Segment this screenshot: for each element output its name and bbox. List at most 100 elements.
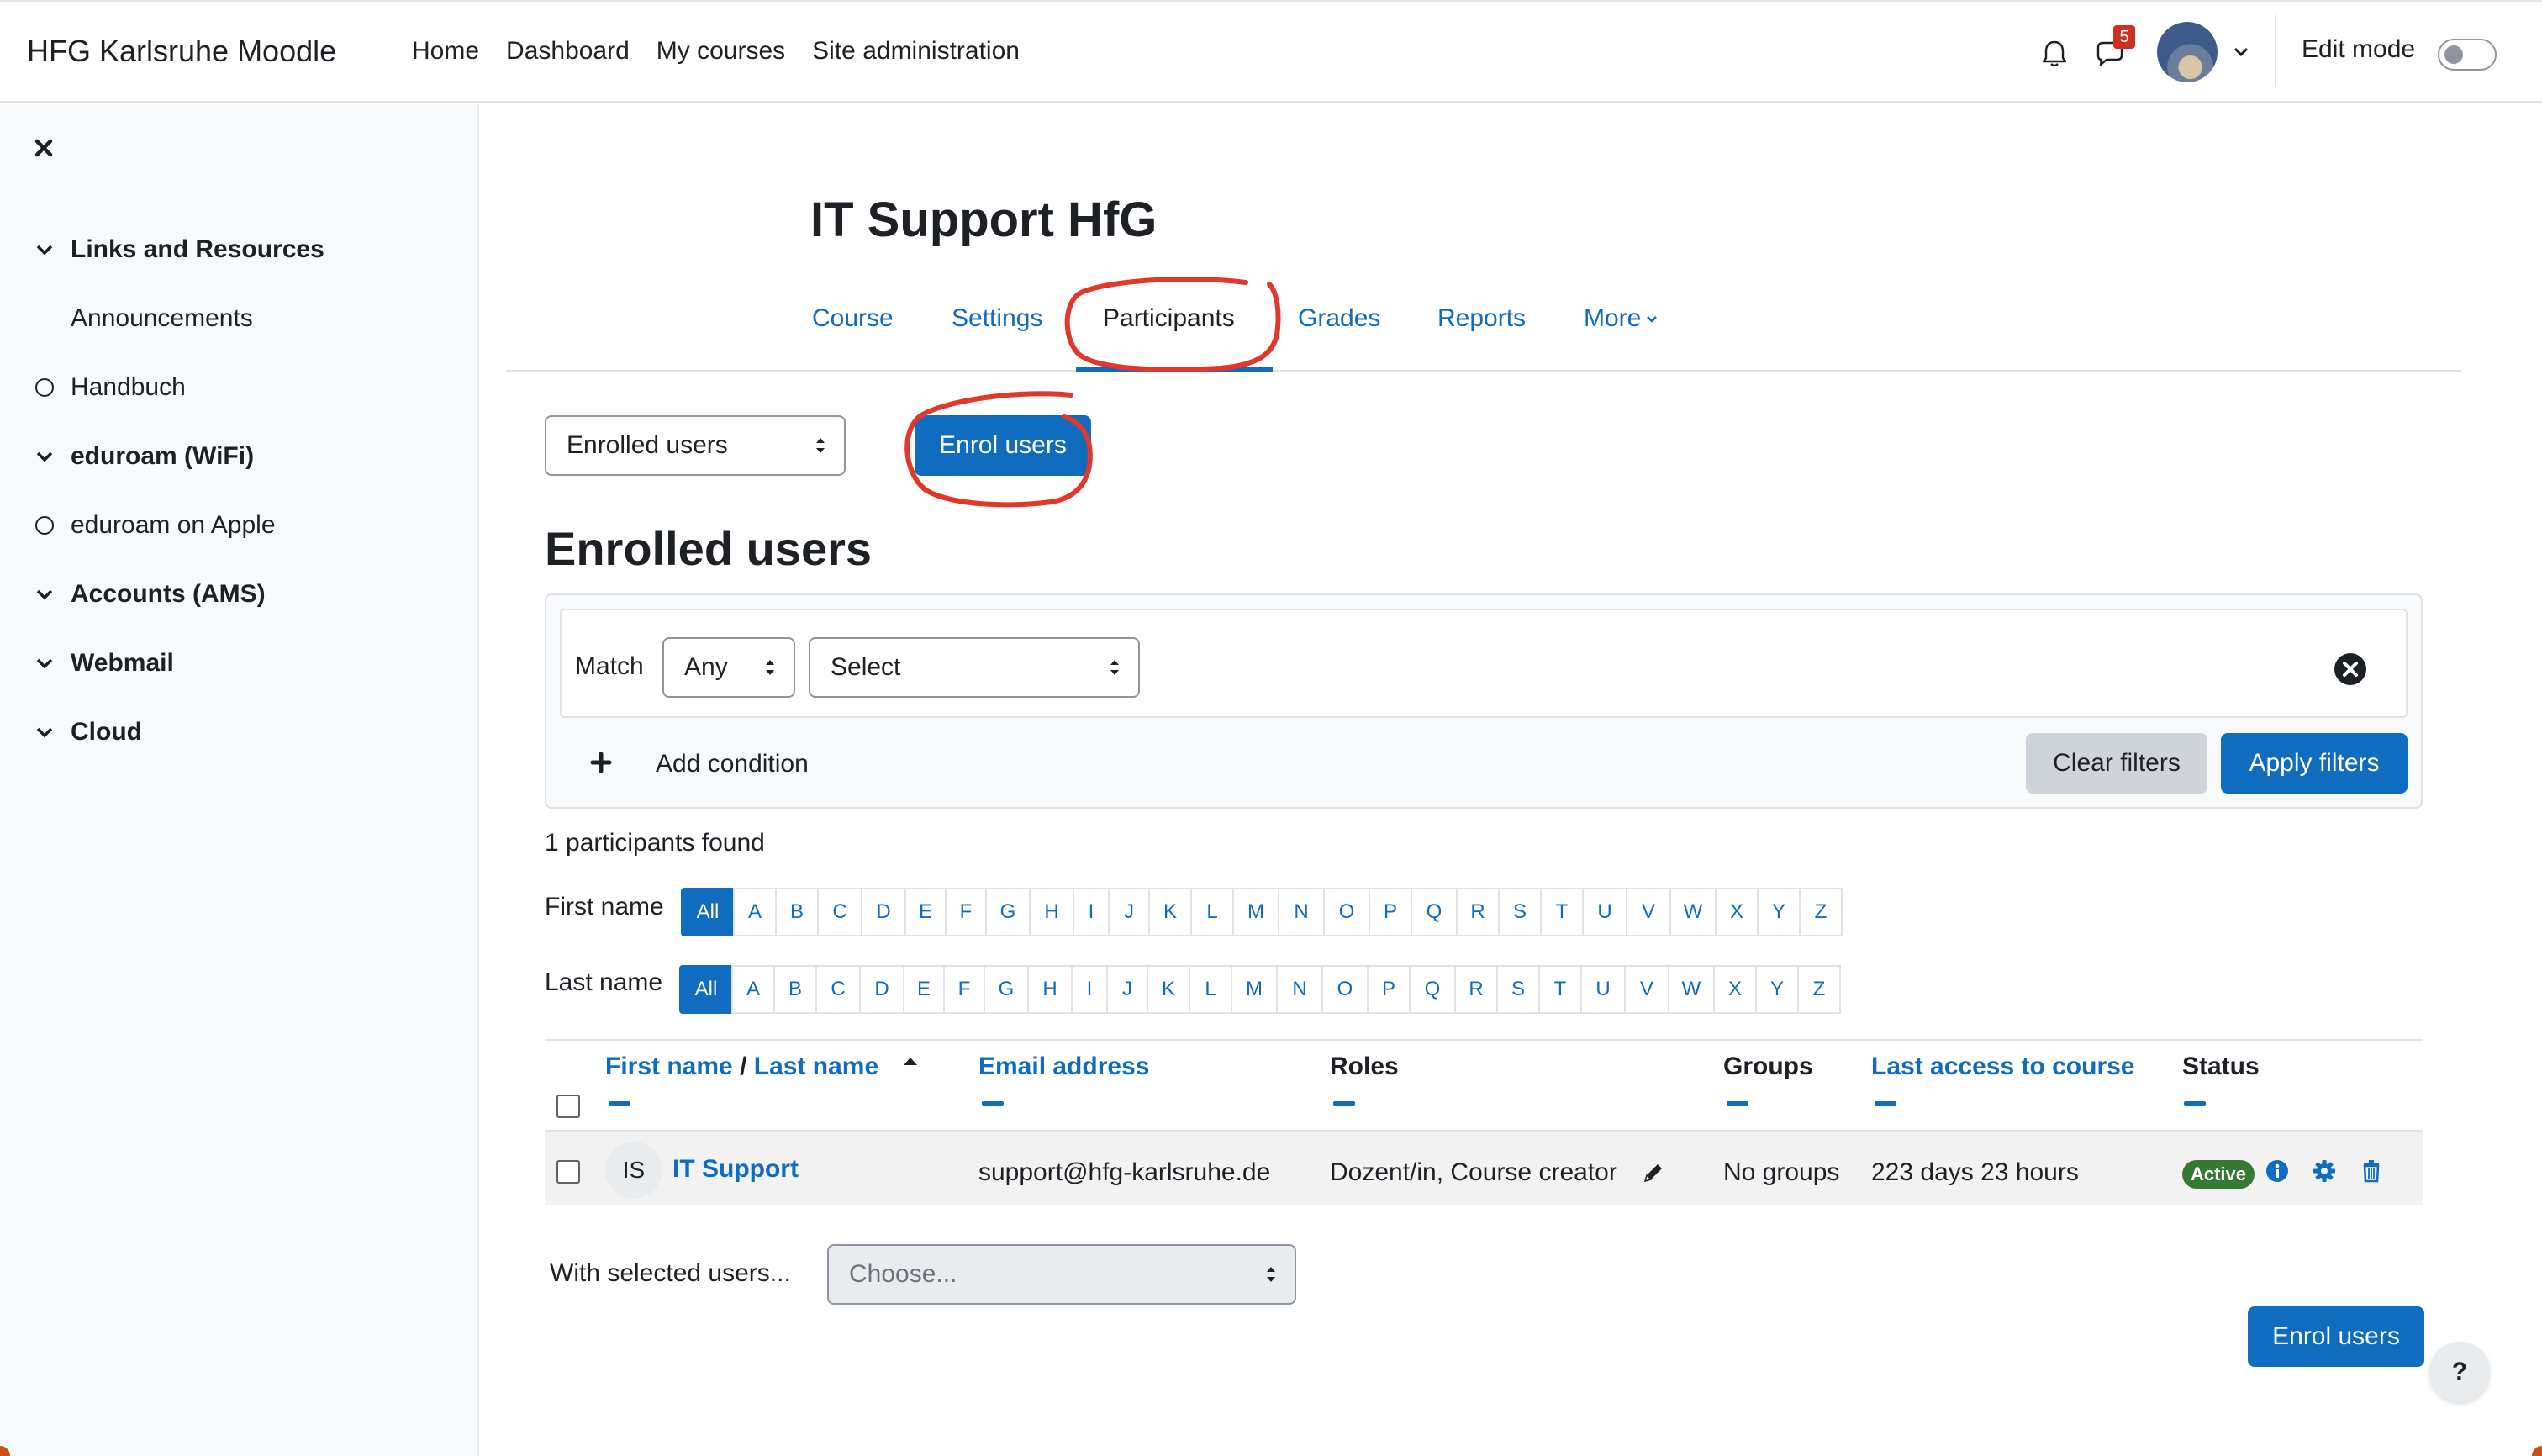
enrol-users-button[interactable]: Enrol users xyxy=(915,415,1091,476)
tab-settings[interactable]: Settings xyxy=(952,304,1042,333)
first-initial-u[interactable]: U xyxy=(1582,888,1627,936)
remove-condition-icon[interactable] xyxy=(2334,652,2367,686)
chevron-down-icon[interactable] xyxy=(34,583,55,605)
clear-filters-button[interactable]: Clear filters xyxy=(2026,733,2207,794)
last-initial-t[interactable]: T xyxy=(1538,965,1582,1014)
unenrol-trash-icon[interactable] xyxy=(2359,1158,2384,1184)
last-initial-u[interactable]: U xyxy=(1580,965,1626,1014)
sidebar-section-cloud[interactable]: Cloud xyxy=(36,718,142,746)
bulk-action-select[interactable]: Choose... xyxy=(827,1244,1296,1305)
last-initial-s[interactable]: S xyxy=(1496,965,1540,1014)
last-initial-q[interactable]: Q xyxy=(1409,965,1456,1014)
first-initial-r[interactable]: R xyxy=(1456,888,1500,936)
last-initial-w[interactable]: W xyxy=(1668,965,1715,1014)
apply-filters-button[interactable]: Apply filters xyxy=(2221,733,2408,794)
sidebar-item-eduroam-on-apple[interactable]: eduroam on Apple xyxy=(35,511,276,540)
enrol-users-bottom-button[interactable]: Enrol users xyxy=(2248,1306,2424,1367)
edit-mode-toggle[interactable] xyxy=(2438,39,2497,71)
column-header-last-access[interactable]: Last access to course xyxy=(1871,1052,2135,1081)
edit-roles-pencil-icon[interactable] xyxy=(1641,1160,1666,1185)
row-select-checkbox[interactable] xyxy=(556,1160,580,1184)
last-initial-p[interactable]: P xyxy=(1367,965,1411,1014)
last-initial-y[interactable]: Y xyxy=(1755,965,1799,1014)
first-initial-z[interactable]: Z xyxy=(1799,888,1843,936)
select-all-checkbox[interactable] xyxy=(556,1095,580,1118)
sort-first-name-link[interactable]: First name xyxy=(605,1052,733,1080)
first-initial-q[interactable]: Q xyxy=(1411,888,1458,936)
plus-icon[interactable] xyxy=(590,752,612,773)
user-profile-link[interactable]: IT Support xyxy=(672,1155,799,1184)
last-initial-j[interactable]: J xyxy=(1106,965,1148,1014)
first-initial-t[interactable]: T xyxy=(1540,888,1584,936)
first-initial-e[interactable]: E xyxy=(904,888,947,936)
first-initial-c[interactable]: C xyxy=(817,888,862,936)
participants-view-select[interactable]: Enrolled users xyxy=(545,415,846,476)
last-initial-k[interactable]: K xyxy=(1147,965,1190,1014)
first-initial-x[interactable]: X xyxy=(1715,888,1759,936)
sort-last-name-link[interactable]: Last name xyxy=(754,1052,878,1080)
first-initial-a[interactable]: A xyxy=(733,888,777,936)
last-initial-e[interactable]: E xyxy=(903,965,945,1014)
nav-dashboard[interactable]: Dashboard xyxy=(506,37,630,66)
nav-my-courses[interactable]: My courses xyxy=(657,37,785,66)
tab-reports[interactable]: Reports xyxy=(1437,304,1526,333)
help-button[interactable]: ? xyxy=(2429,1342,2490,1402)
close-drawer-icon[interactable] xyxy=(32,136,55,160)
first-initial-i[interactable]: I xyxy=(1073,888,1110,936)
first-initial-k[interactable]: K xyxy=(1148,888,1192,936)
sidebar-section-eduroam[interactable]: eduroam (WiFi) xyxy=(36,442,254,471)
first-initial-d[interactable]: D xyxy=(861,888,906,936)
last-initial-f[interactable]: F xyxy=(943,965,985,1014)
collapse-column-name-icon[interactable] xyxy=(609,1101,630,1106)
first-initial-m[interactable]: M xyxy=(1232,888,1279,936)
collapse-column-last-access-icon[interactable] xyxy=(1875,1101,1896,1106)
tab-participants[interactable]: Participants xyxy=(1103,304,1235,333)
filter-type-select[interactable]: Select xyxy=(809,637,1140,698)
sidebar-item-announcements[interactable]: Announcements xyxy=(71,304,253,333)
tab-grades[interactable]: Grades xyxy=(1298,304,1380,333)
first-initial-p[interactable]: P xyxy=(1369,888,1412,936)
last-initial-z[interactable]: Z xyxy=(1797,965,1841,1014)
chevron-down-icon[interactable] xyxy=(34,652,55,674)
first-initial-f[interactable]: F xyxy=(945,888,987,936)
first-initial-j[interactable]: J xyxy=(1108,888,1150,936)
first-initial-y[interactable]: Y xyxy=(1757,888,1801,936)
first-initial-v[interactable]: V xyxy=(1626,888,1671,936)
last-initial-i[interactable]: I xyxy=(1071,965,1108,1014)
first-initial-o[interactable]: O xyxy=(1323,888,1370,936)
first-initial-w[interactable]: W xyxy=(1669,888,1717,936)
sidebar-item-handbuch[interactable]: Handbuch xyxy=(35,373,186,402)
last-initial-m[interactable]: M xyxy=(1231,965,1278,1014)
last-initial-o[interactable]: O xyxy=(1321,965,1369,1014)
first-initial-n[interactable]: N xyxy=(1278,888,1325,936)
column-header-email[interactable]: Email address xyxy=(978,1052,1149,1081)
last-initial-h[interactable]: H xyxy=(1027,965,1073,1014)
collapse-column-email-icon[interactable] xyxy=(982,1101,1004,1106)
enrolment-settings-gear-icon[interactable] xyxy=(2312,1158,2337,1184)
last-initial-n[interactable]: N xyxy=(1276,965,1323,1014)
last-initial-all[interactable]: All xyxy=(679,965,733,1014)
nav-site-administration[interactable]: Site administration xyxy=(812,37,1020,66)
chevron-down-icon[interactable] xyxy=(34,721,55,743)
tab-more[interactable]: More xyxy=(1584,304,1659,333)
add-condition-link[interactable]: Add condition xyxy=(656,750,809,778)
enrolment-info-icon[interactable] xyxy=(2265,1158,2290,1184)
user-avatar[interactable] xyxy=(2157,22,2218,82)
tab-course[interactable]: Course xyxy=(812,304,894,333)
sidebar-section-links-and-resources[interactable]: Links and Resources xyxy=(36,235,324,264)
first-initial-g[interactable]: G xyxy=(985,888,1031,936)
nav-home[interactable]: Home xyxy=(412,37,479,66)
first-initial-b[interactable]: B xyxy=(775,888,819,936)
last-initial-c[interactable]: C xyxy=(815,965,861,1014)
last-initial-a[interactable]: A xyxy=(731,965,775,1014)
last-initial-x[interactable]: X xyxy=(1713,965,1757,1014)
sidebar-section-accounts[interactable]: Accounts (AMS) xyxy=(36,580,266,609)
notifications-bell-icon[interactable] xyxy=(2038,37,2071,71)
first-initial-h[interactable]: H xyxy=(1029,888,1074,936)
last-initial-r[interactable]: R xyxy=(1454,965,1498,1014)
last-initial-l[interactable]: L xyxy=(1189,965,1232,1014)
collapse-column-groups-icon[interactable] xyxy=(1727,1101,1748,1106)
site-brand[interactable]: HFG Karlsruhe Moodle xyxy=(27,34,336,69)
chevron-down-icon[interactable] xyxy=(2229,40,2253,64)
first-initial-l[interactable]: L xyxy=(1190,888,1234,936)
